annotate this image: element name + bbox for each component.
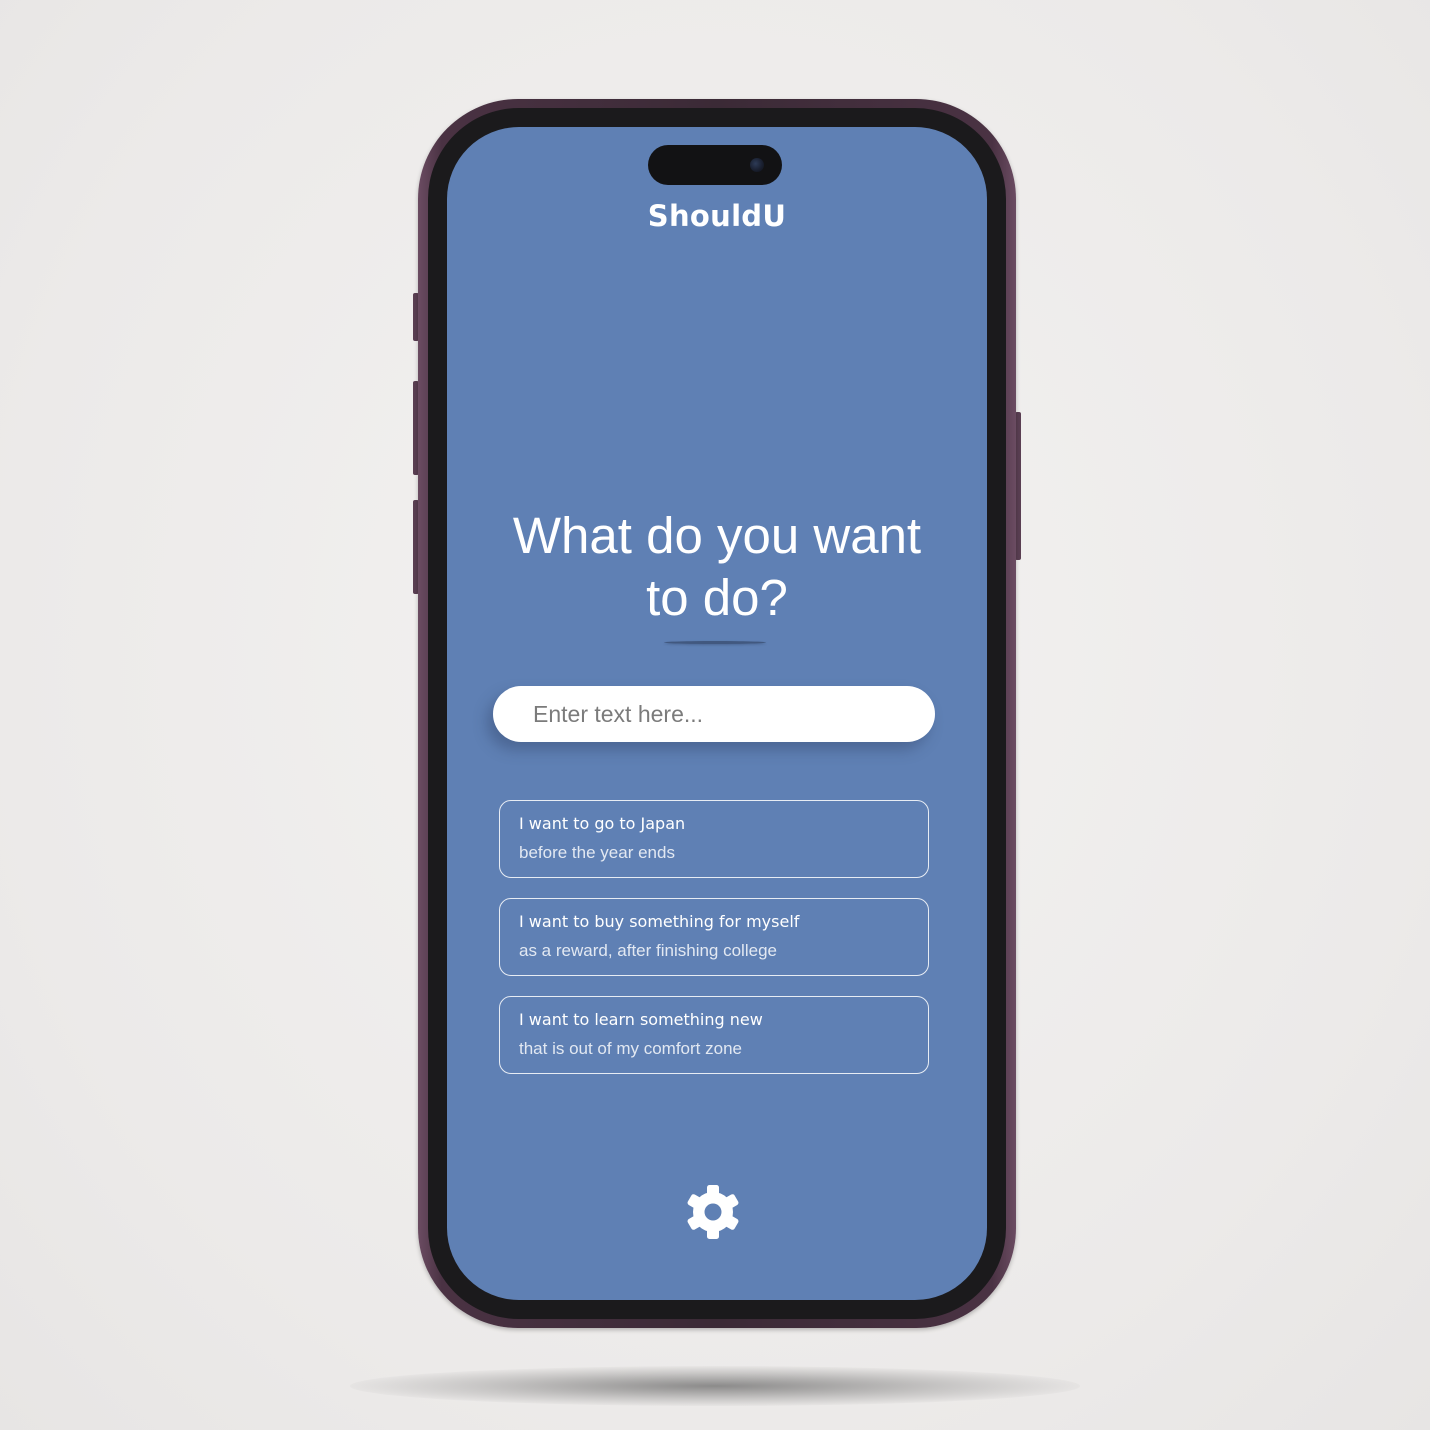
- suggestion-subtitle: that is out of my comfort zone: [519, 1039, 742, 1058]
- suggestion-card[interactable]: I want to buy something for myself as a …: [499, 898, 929, 976]
- suggestion-subtitle: before the year ends: [519, 843, 675, 862]
- settings-button[interactable]: [685, 1184, 741, 1240]
- headline-line-2: to do?: [646, 569, 788, 626]
- dynamic-island: [648, 145, 782, 185]
- suggestion-title: I want to buy something for myself: [519, 912, 800, 931]
- mockup-stage: ShouldU What do you want to do? I want t…: [0, 0, 1430, 1430]
- suggestion-card[interactable]: I want to go to Japan before the year en…: [499, 800, 929, 878]
- search-input[interactable]: [493, 686, 935, 742]
- suggestion-title: I want to learn something new: [519, 1010, 763, 1029]
- app-screen: ShouldU What do you want to do? I want t…: [447, 127, 987, 1300]
- headline-line-1: What do you want: [512, 507, 922, 564]
- phone-frame: ShouldU What do you want to do? I want t…: [418, 99, 1016, 1328]
- app-title: ShouldU: [647, 199, 787, 233]
- suggestion-title: I want to go to Japan: [519, 814, 686, 833]
- phone-bezel: ShouldU What do you want to do? I want t…: [428, 108, 1006, 1319]
- suggestion-subtitle: as a reward, after finishing college: [519, 941, 777, 960]
- front-camera: [750, 158, 764, 172]
- page-headline: What do you want to do?: [477, 505, 957, 629]
- suggestion-list: I want to go to Japan before the year en…: [499, 800, 929, 1094]
- headline-divider: [664, 641, 766, 644]
- suggestion-card[interactable]: I want to learn something new that is ou…: [499, 996, 929, 1074]
- phone-shadow: [350, 1366, 1080, 1406]
- gear-icon: [687, 1185, 739, 1239]
